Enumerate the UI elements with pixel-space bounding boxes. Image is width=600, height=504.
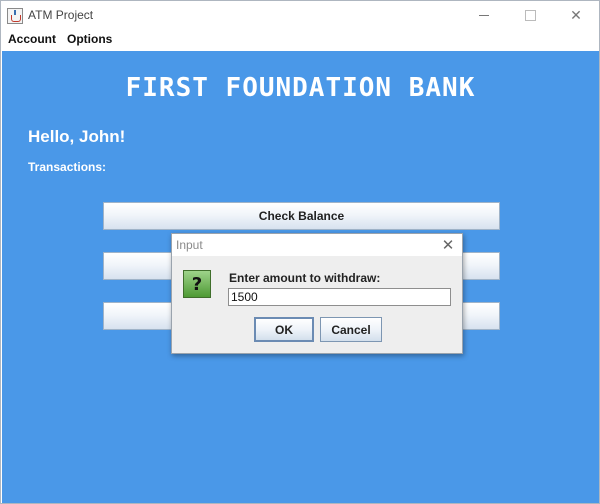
dialog-close-button[interactable]: ✕	[438, 235, 458, 255]
title-bar: ATM Project ✕	[1, 1, 599, 30]
minimize-icon	[479, 15, 489, 16]
greeting-label: Hello, John!	[28, 127, 126, 146]
menu-options[interactable]: Options	[67, 32, 112, 46]
bank-title: FIRST FOUNDATION BANK	[125, 73, 476, 103]
dialog-title-bar: Input ✕	[172, 234, 462, 256]
input-dialog: Input ✕ ? Enter amount to withdraw: OK C…	[171, 233, 463, 354]
java-icon	[7, 8, 23, 24]
withdraw-amount-input[interactable]	[228, 288, 451, 306]
app-window: ATM Project ✕ Account Options FIRST FOUN…	[0, 0, 600, 504]
close-button[interactable]: ✕	[553, 1, 599, 30]
menu-account[interactable]: Account	[8, 32, 56, 46]
menu-bar: Account Options	[1, 30, 599, 51]
ok-button[interactable]: OK	[254, 317, 314, 342]
question-icon: ?	[183, 270, 211, 298]
window-title: ATM Project	[28, 8, 94, 22]
withdraw-prompt: Enter amount to withdraw:	[229, 271, 381, 285]
maximize-icon	[524, 10, 536, 21]
check-balance-button[interactable]: Check Balance	[103, 202, 500, 230]
transactions-label: Transactions:	[28, 160, 107, 174]
maximize-button[interactable]	[507, 1, 553, 30]
close-icon: ✕	[441, 237, 455, 254]
minimize-button[interactable]	[461, 1, 507, 30]
cancel-button[interactable]: Cancel	[320, 317, 382, 342]
dialog-title: Input	[176, 238, 203, 252]
main-panel-bottom	[2, 466, 599, 503]
close-icon: ✕	[570, 7, 582, 23]
